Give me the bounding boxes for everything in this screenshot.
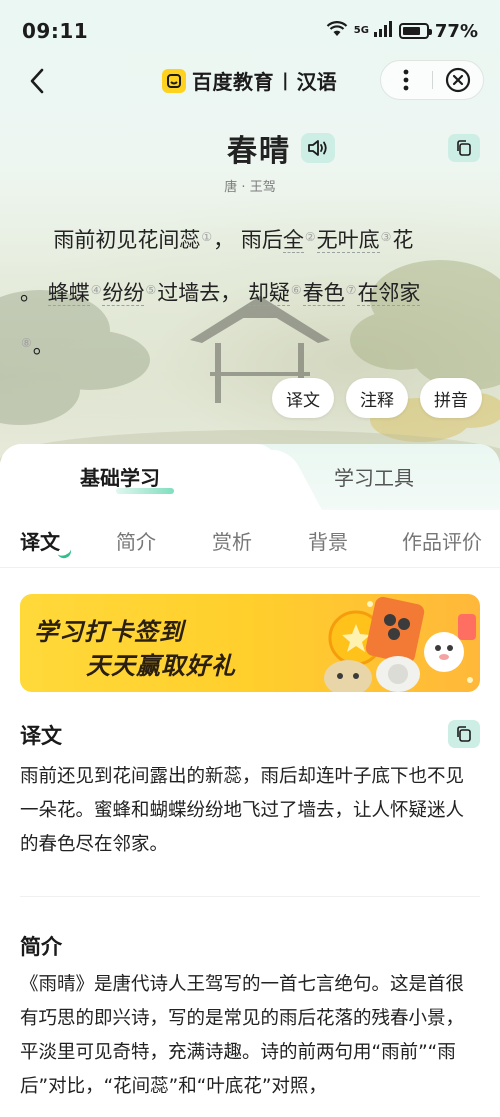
note-marker[interactable]: ⑤ bbox=[145, 283, 156, 297]
note-marker[interactable]: ⑦ bbox=[346, 283, 357, 297]
poem-line: 雨前初见花间蕊①， 雨后全②无叶底③花 bbox=[20, 212, 480, 265]
main-tabs: 基础学习 学习工具 bbox=[0, 444, 500, 510]
wifi-icon bbox=[326, 20, 348, 42]
network-type: 5G bbox=[353, 25, 369, 36]
poem-title-row: 春晴 bbox=[0, 128, 500, 169]
battery-percent: 77% bbox=[434, 20, 478, 42]
poem-text: 雨前初见花间蕊 bbox=[53, 228, 201, 252]
poem-text: ， 雨后 bbox=[213, 228, 283, 252]
banner-line1: 学习打卡签到 bbox=[34, 618, 184, 646]
copy-poem-button[interactable] bbox=[448, 134, 480, 162]
tab-basic-learning[interactable]: 基础学习 bbox=[80, 462, 160, 491]
brand-subtitle: 汉语 bbox=[296, 70, 337, 94]
annotated-word[interactable]: 春色 bbox=[302, 281, 345, 306]
more-button[interactable] bbox=[381, 60, 432, 100]
battery-icon bbox=[398, 23, 432, 39]
note-marker[interactable]: ② bbox=[305, 230, 316, 244]
poem-text: 花 bbox=[392, 228, 414, 252]
translation-text: 雨前还见到花间露出的新蕊，雨后却连叶子底下也不见一朵花。蜜蜂和蝴蝶纷纷地飞过了墙… bbox=[20, 766, 465, 855]
poem-text: 。 bbox=[32, 334, 54, 358]
status-time: 09:11 bbox=[22, 19, 89, 43]
gift-illustration bbox=[324, 596, 476, 692]
subtab-appreciation[interactable]: 赏析 bbox=[212, 526, 252, 555]
tab-learning-tools[interactable]: 学习工具 bbox=[334, 462, 414, 491]
chevron-left-icon bbox=[30, 68, 44, 94]
mini-program-capsule bbox=[380, 60, 484, 100]
audio-button[interactable] bbox=[301, 133, 335, 163]
content-sheet: 基础学习 学习工具 译文 简介 赏析 背景 作品评价 学习打卡签到 天天赢取好礼 bbox=[0, 444, 500, 1117]
annotated-word[interactable]: 无叶底 bbox=[316, 228, 380, 253]
signal-icon bbox=[373, 20, 393, 42]
poem-body: 雨前初见花间蕊①， 雨后全②无叶底③花 。 蜂蝶④纷纷⑤过墙去， 却疑⑥春色⑦在… bbox=[20, 212, 480, 371]
nav-bar: 百度教育 | 汉语 bbox=[0, 58, 500, 104]
brand: 百度教育 | 汉语 bbox=[162, 66, 337, 95]
poem-toggle-buttons: 译文 注释 拼音 bbox=[272, 378, 482, 418]
more-vertical-icon bbox=[403, 69, 409, 91]
back-button[interactable] bbox=[20, 64, 54, 98]
pinyin-toggle-button[interactable]: 拼音 bbox=[420, 378, 482, 418]
note-marker[interactable]: ③ bbox=[381, 230, 392, 244]
poem-title: 春晴 bbox=[227, 134, 291, 169]
subtab-translation[interactable]: 译文 bbox=[20, 526, 60, 555]
brand-separator: | bbox=[282, 70, 289, 91]
speaker-icon bbox=[308, 140, 327, 156]
close-button[interactable] bbox=[432, 60, 483, 100]
note-marker[interactable]: ⑥ bbox=[291, 283, 302, 297]
subtab-background[interactable]: 背景 bbox=[308, 526, 348, 555]
brand-name: 百度教育 bbox=[192, 70, 274, 94]
poem-line: ⑧。 bbox=[20, 318, 480, 371]
checkin-banner[interactable]: 学习打卡签到 天天赢取好礼 bbox=[20, 594, 480, 692]
poem-line: 。 蜂蝶④纷纷⑤过墙去， 却疑⑥春色⑦在邻家 bbox=[20, 265, 480, 318]
annotated-word[interactable]: 却疑 bbox=[247, 281, 290, 306]
intro-section-title: 简介 bbox=[20, 935, 62, 959]
poem-text: 。 bbox=[20, 281, 48, 305]
copy-translation-button[interactable] bbox=[448, 720, 480, 748]
brand-logo-icon bbox=[162, 68, 186, 93]
poem-author: 唐 · 王驾 bbox=[224, 180, 276, 195]
note-marker[interactable]: ⑧ bbox=[21, 336, 32, 350]
subtab-reviews[interactable]: 作品评价 bbox=[402, 526, 482, 555]
section-divider bbox=[20, 896, 480, 897]
annotation-toggle-button[interactable]: 注释 bbox=[346, 378, 408, 418]
translation-section-title: 译文 bbox=[20, 724, 62, 748]
note-marker[interactable]: ① bbox=[201, 230, 212, 244]
annotated-word[interactable]: 纷纷 bbox=[102, 281, 145, 306]
sub-tabs: 译文 简介 赏析 背景 作品评价 bbox=[0, 518, 500, 568]
banner-line2: 天天赢取好礼 bbox=[86, 652, 236, 680]
intro-text: 《雨晴》是唐代诗人王驾写的一首七言绝句。这是首很有巧思的即兴诗，写的是常见的雨后… bbox=[20, 974, 465, 1097]
annotated-word[interactable]: 蜂蝶 bbox=[47, 281, 90, 306]
copy-icon bbox=[457, 140, 471, 156]
annotated-word[interactable]: 全 bbox=[282, 228, 304, 253]
status-icons: 5G 77% bbox=[326, 20, 478, 42]
copy-icon bbox=[457, 726, 471, 742]
note-marker[interactable]: ④ bbox=[91, 283, 102, 297]
translation-toggle-button[interactable]: 译文 bbox=[272, 378, 334, 418]
close-circle-icon bbox=[445, 67, 470, 93]
subtab-intro[interactable]: 简介 bbox=[116, 526, 156, 555]
poem-text: 过墙去， bbox=[157, 281, 248, 305]
status-bar: 09:11 5G 77% bbox=[0, 0, 500, 62]
annotated-word[interactable]: 在邻家 bbox=[357, 281, 421, 306]
